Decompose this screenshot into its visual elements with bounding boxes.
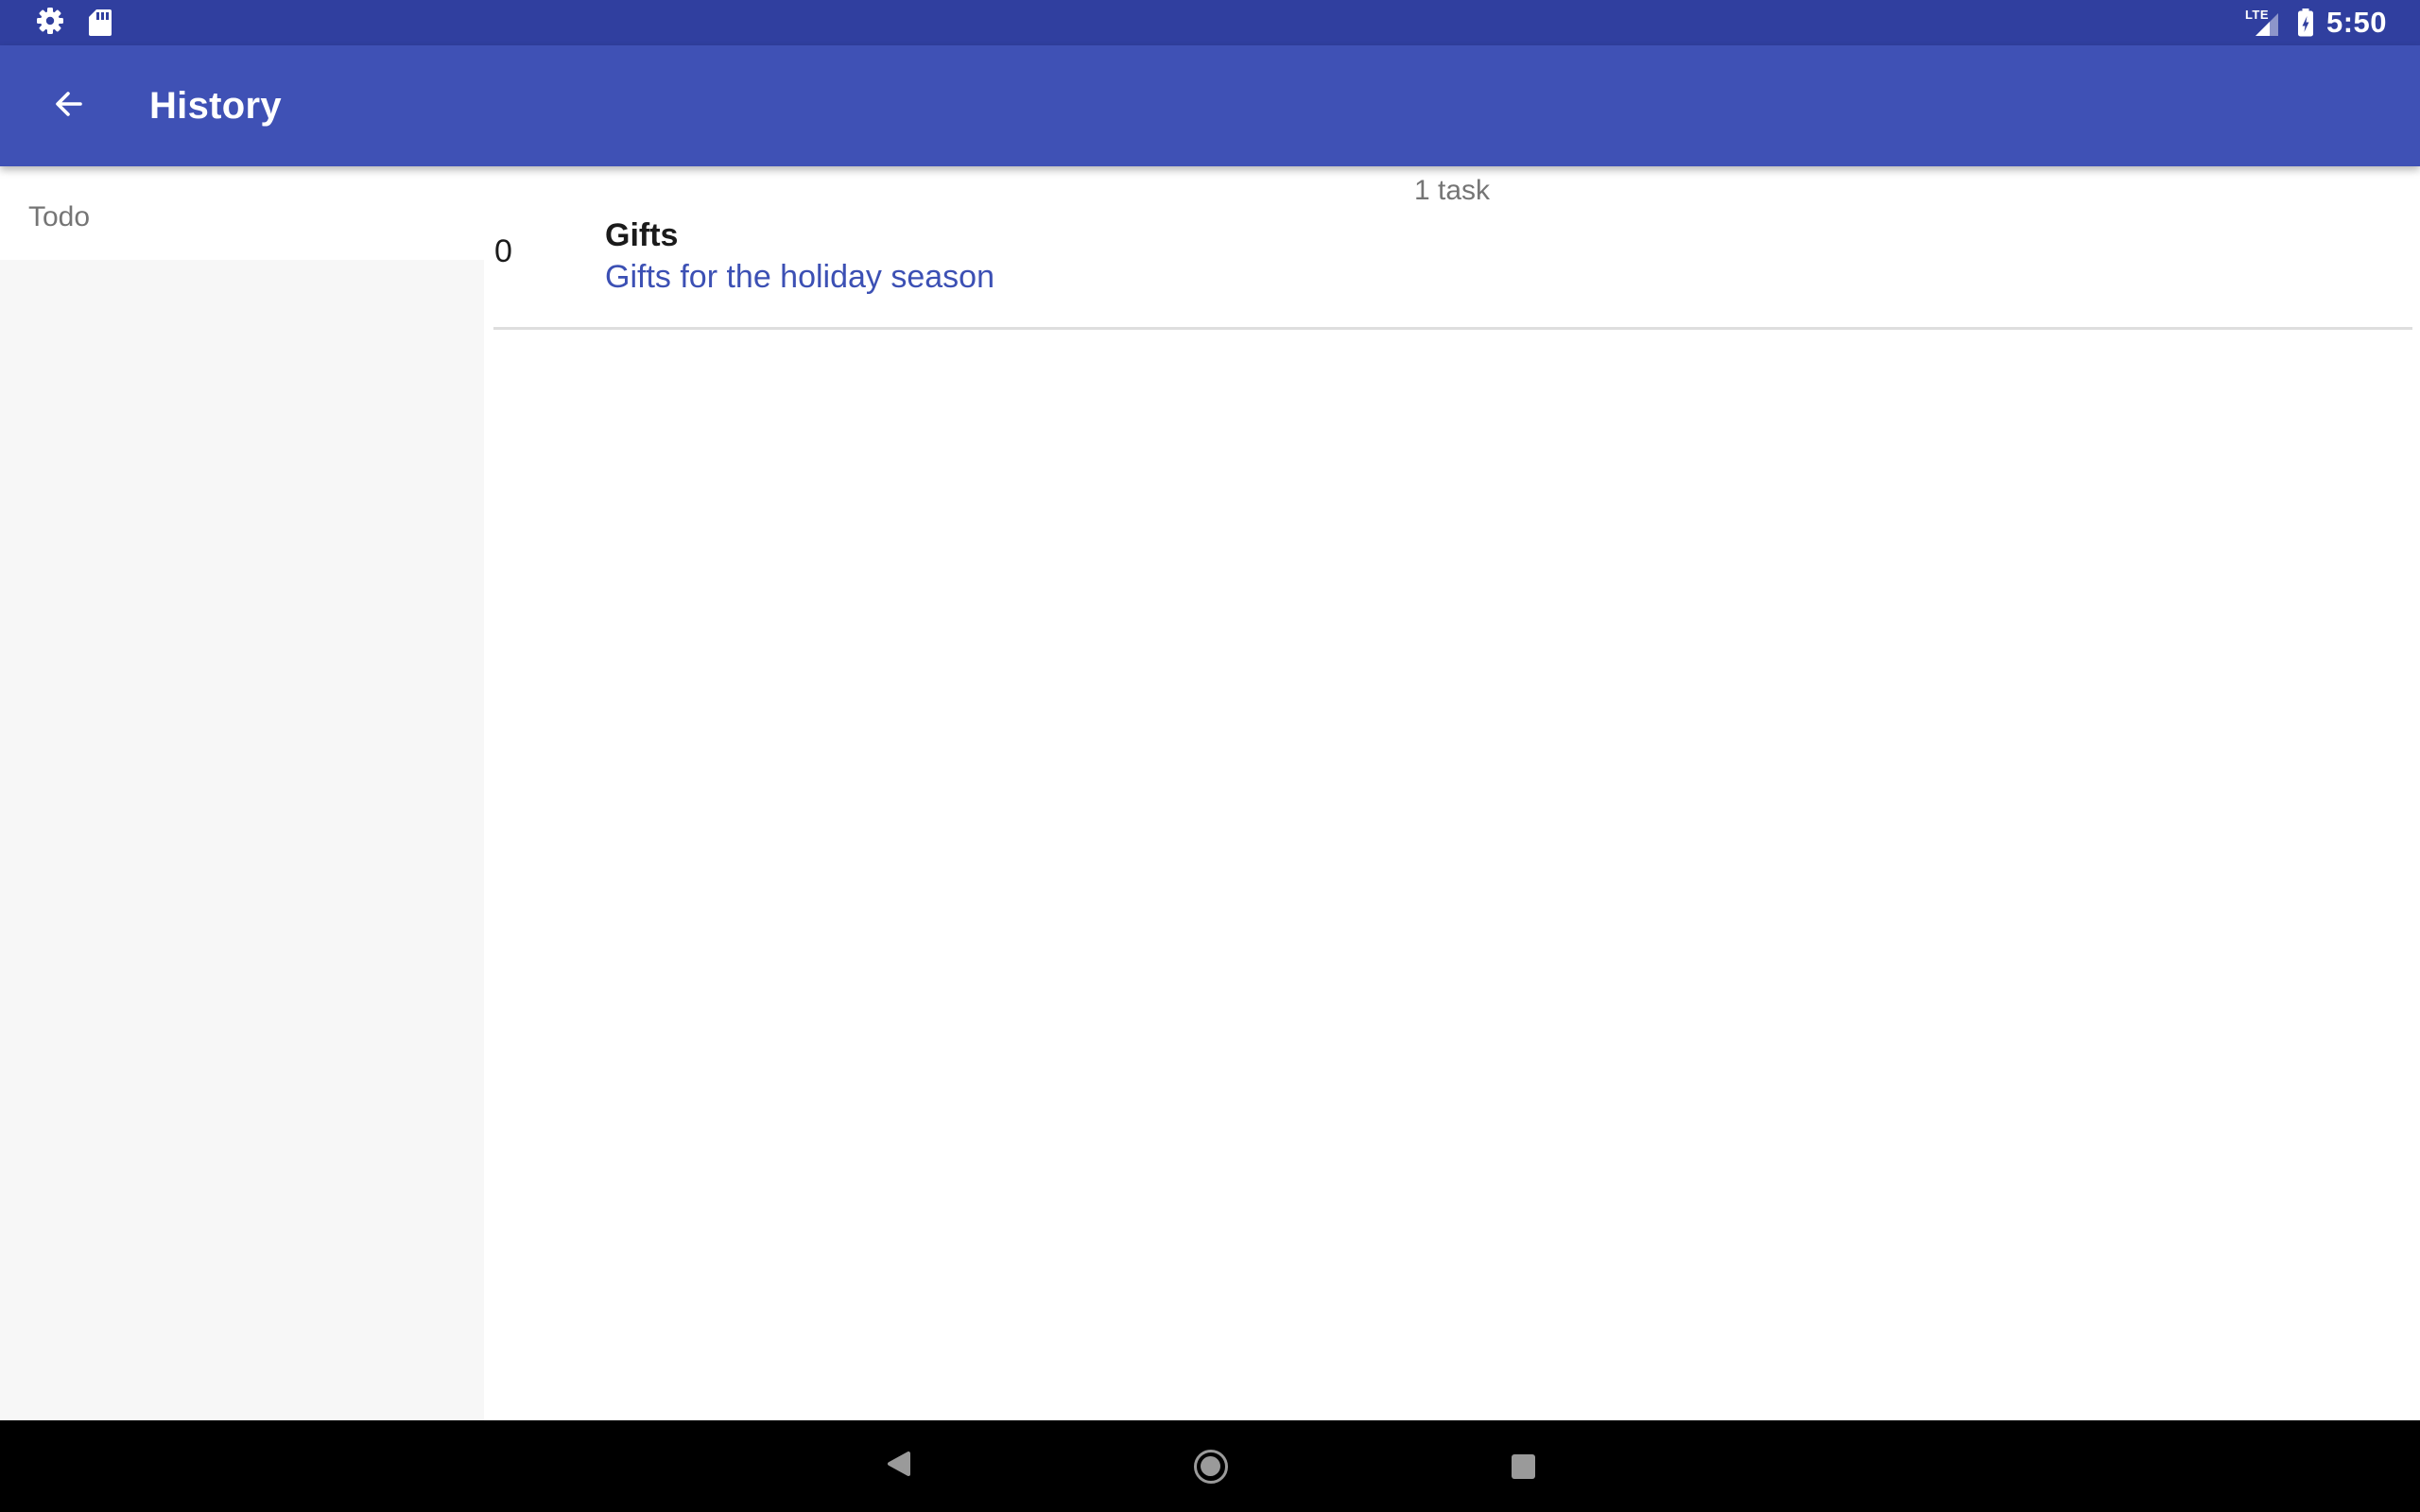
task-list-item[interactable]: 0 Gifts Gifts for the holiday season <box>484 203 2420 327</box>
nav-recents-button[interactable] <box>1512 1454 1535 1479</box>
sidebar-header-label: Todo <box>28 201 90 232</box>
screen: LTE 5:50 H <box>0 0 2420 1512</box>
nav-home-button[interactable] <box>1194 1450 1228 1484</box>
task-count-header: 1 task <box>484 166 2420 203</box>
app-bar: History <box>0 45 2420 166</box>
back-button[interactable] <box>51 89 85 123</box>
status-bar-clock: 5:50 <box>2326 6 2387 40</box>
battery-charging-icon <box>2297 9 2314 37</box>
status-bar-right-icons: LTE 5:50 <box>2245 6 2387 40</box>
sidebar-header: Todo <box>0 166 484 260</box>
arrow-left-icon <box>51 87 85 126</box>
settings-gear-icon <box>36 7 64 40</box>
status-bar-left-icons <box>36 7 112 40</box>
nav-back-button[interactable] <box>886 1451 910 1482</box>
nav-home-circle-icon <box>1194 1450 1228 1484</box>
list-divider <box>493 327 2412 330</box>
lte-signal-icon: LTE <box>2245 9 2279 37</box>
sidebar-empty-body <box>0 260 484 1420</box>
nav-back-triangle-icon <box>886 1451 910 1482</box>
sd-card-icon <box>89 9 112 36</box>
android-nav-bar <box>0 1420 2420 1512</box>
status-bar: LTE 5:50 <box>0 0 2420 45</box>
nav-recents-square-icon <box>1512 1454 1535 1479</box>
page-title: History <box>149 85 282 128</box>
task-item-title: Gifts <box>605 215 2382 256</box>
content-area: Todo 1 task 0 Gifts Gifts for the holida… <box>0 166 2420 1420</box>
task-item-subtitle-link[interactable]: Gifts for the holiday season <box>605 256 2382 298</box>
task-list-panel: 1 task 0 Gifts Gifts for the holiday sea… <box>484 166 2420 1420</box>
task-item-count: 0 <box>494 233 512 270</box>
sidebar: Todo <box>0 166 484 1420</box>
